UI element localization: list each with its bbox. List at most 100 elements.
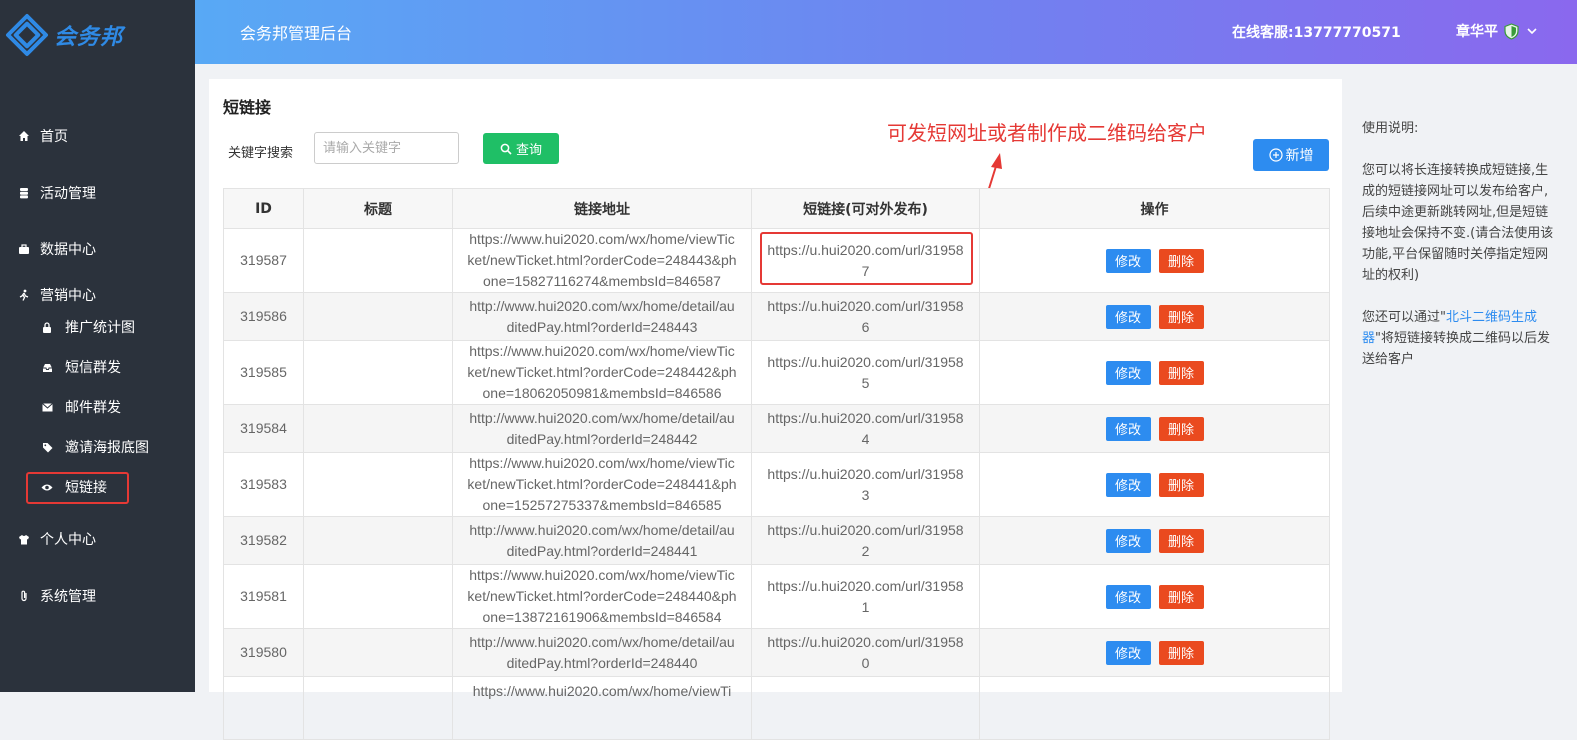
search-input[interactable] bbox=[314, 132, 459, 164]
sidebar-item-data-center[interactable]: 数据中心 bbox=[0, 233, 195, 265]
delete-button[interactable]: 删除 bbox=[1158, 304, 1204, 329]
table-row: 319582 http://www.hui2020.com/wx/home/de… bbox=[223, 516, 1330, 565]
col-header-id: ID bbox=[223, 188, 304, 229]
database-icon bbox=[18, 187, 30, 199]
cell-short-link: https://u.hui2020.com/url/319583 bbox=[751, 452, 980, 517]
delete-button[interactable]: 删除 bbox=[1158, 640, 1204, 665]
paperclip-icon bbox=[18, 590, 30, 602]
help-text: "将短链接转换成二维码以后发送给客户 bbox=[1362, 331, 1550, 367]
table-row: 319585 https://www.hui2020.com/wx/home/v… bbox=[223, 340, 1330, 405]
edit-button[interactable]: 修改 bbox=[1105, 248, 1151, 273]
cell-actions: 修改 删除 bbox=[979, 452, 1330, 517]
delete-button[interactable]: 删除 bbox=[1158, 584, 1204, 609]
add-button[interactable]: 新增 bbox=[1253, 139, 1329, 171]
cell-short-link: https://u.hui2020.com/url/319584 bbox=[751, 404, 980, 453]
edit-button[interactable]: 修改 bbox=[1105, 360, 1151, 385]
main-panel: 短链接 关键字搜索 查询 可发短网址或者制作成二维码给客户 新增 ID 标题 链… bbox=[209, 79, 1342, 740]
plus-circle-icon bbox=[1268, 148, 1283, 162]
help-text: 您还可以通过" bbox=[1362, 310, 1446, 325]
tag-icon bbox=[41, 441, 53, 453]
delete-button[interactable]: 删除 bbox=[1158, 360, 1204, 385]
edit-button[interactable]: 修改 bbox=[1105, 416, 1151, 441]
sidebar-item-label: 系统管理 bbox=[40, 589, 96, 605]
cell-id: 319583 bbox=[223, 452, 304, 517]
user-menu[interactable]: 章华平 bbox=[1456, 21, 1537, 41]
short-link-table: ID 标题 链接地址 短链接(可对外发布) 操作 319587 https://… bbox=[223, 188, 1330, 740]
cell-url: http://www.hui2020.com/wx/home/detail/au… bbox=[452, 516, 752, 565]
sidebar-item-marketing[interactable]: 营销中心 bbox=[0, 279, 195, 311]
sidebar-item-label: 短信群发 bbox=[65, 360, 121, 376]
table-row: 319584 http://www.hui2020.com/wx/home/de… bbox=[223, 404, 1330, 453]
sidebar-item-label: 推广统计图 bbox=[65, 320, 135, 336]
cell-actions: 修改 删除 bbox=[979, 564, 1330, 629]
cell-id: 319585 bbox=[223, 340, 304, 405]
cell-title bbox=[303, 516, 453, 565]
sidebar-item-system[interactable]: 系统管理 bbox=[0, 580, 195, 612]
app-title: 会务邦管理后台 bbox=[240, 24, 353, 43]
search-icon bbox=[500, 143, 512, 155]
col-header-actions: 操作 bbox=[979, 188, 1330, 229]
cell-title bbox=[303, 292, 453, 341]
col-header-url: 链接地址 bbox=[452, 188, 752, 229]
chevron-down-icon[interactable] bbox=[1527, 27, 1537, 35]
cell-short-link: https://u.hui2020.com/url/319580 bbox=[751, 628, 980, 677]
sidebar-item-label: 个人中心 bbox=[40, 532, 96, 548]
sidebar-item-promo-stats[interactable]: 推广统计图 bbox=[0, 311, 195, 343]
delete-button[interactable]: 删除 bbox=[1158, 528, 1204, 553]
edit-button[interactable]: 修改 bbox=[1105, 640, 1151, 665]
sidebar-item-activity[interactable]: 活动管理 bbox=[0, 177, 195, 209]
customer-service: 在线客服:13777770571 bbox=[1232, 25, 1401, 41]
edit-button[interactable]: 修改 bbox=[1105, 584, 1151, 609]
cell-id: 319580 bbox=[223, 628, 304, 677]
logo[interactable]: 会务邦 bbox=[4, 10, 164, 60]
cell-id: 319582 bbox=[223, 516, 304, 565]
cell-id: 319584 bbox=[223, 404, 304, 453]
sidebar-item-personal[interactable]: 个人中心 bbox=[0, 523, 195, 555]
edit-button[interactable]: 修改 bbox=[1105, 472, 1151, 497]
edit-button[interactable]: 修改 bbox=[1105, 528, 1151, 553]
delete-button[interactable]: 删除 bbox=[1158, 248, 1204, 273]
cell-title bbox=[303, 228, 453, 293]
table-row: 319580 http://www.hui2020.com/wx/home/de… bbox=[223, 628, 1330, 677]
cell-url: https://www.hui2020.com/wx/home/viewTick… bbox=[452, 228, 752, 293]
logo-mark-icon bbox=[6, 14, 48, 56]
cell-id: 319586 bbox=[223, 292, 304, 341]
cell-short-link: https://u.hui2020.com/url/319582 bbox=[751, 516, 980, 565]
help-paragraph: 您可以将长连接转换成短链接,生成的短链接网址可以发布给客户,后续中途更新跳转网址… bbox=[1362, 163, 1554, 283]
cell-url: https://www.hui2020.com/wx/home/viewTi bbox=[452, 676, 752, 740]
delete-button[interactable]: 删除 bbox=[1158, 416, 1204, 441]
cell-url: http://www.hui2020.com/wx/home/detail/au… bbox=[452, 628, 752, 677]
cell-actions: 修改 删除 bbox=[979, 404, 1330, 453]
sidebar-item-label: 活动管理 bbox=[40, 186, 96, 202]
sidebar-item-email[interactable]: 邮件群发 bbox=[0, 391, 195, 423]
table-row: 319583 https://www.hui2020.com/wx/home/v… bbox=[223, 452, 1330, 517]
search-button-label: 查询 bbox=[515, 143, 542, 158]
cell-short-link: https://u.hui2020.com/url/319587 bbox=[751, 228, 980, 293]
cell-actions: 修改 删除 bbox=[979, 228, 1330, 293]
cell-actions: 修改 删除 bbox=[979, 292, 1330, 341]
cell-title bbox=[303, 564, 453, 629]
sidebar-item-label: 邀请海报底图 bbox=[65, 440, 149, 456]
edit-button[interactable]: 修改 bbox=[1105, 304, 1151, 329]
sidebar-item-home[interactable]: 首页 bbox=[0, 120, 195, 152]
cell-actions: 修改 删除 bbox=[979, 516, 1330, 565]
sidebar-item-sms[interactable]: 短信群发 bbox=[0, 351, 195, 383]
table-row: 319587 https://www.hui2020.com/wx/home/v… bbox=[223, 228, 1330, 293]
cell-actions bbox=[979, 676, 1330, 740]
inbox-icon bbox=[41, 361, 53, 373]
delete-button[interactable]: 删除 bbox=[1158, 472, 1204, 497]
add-button-label: 新增 bbox=[1285, 148, 1314, 164]
table-header-row: ID 标题 链接地址 短链接(可对外发布) 操作 bbox=[223, 188, 1330, 229]
table-row: 319586 http://www.hui2020.com/wx/home/de… bbox=[223, 292, 1330, 341]
cell-url: https://www.hui2020.com/wx/home/viewTick… bbox=[452, 564, 752, 629]
annotation-text: 可发短网址或者制作成二维码给客户 bbox=[887, 121, 1207, 145]
cell-url: http://www.hui2020.com/wx/home/detail/au… bbox=[452, 292, 752, 341]
cell-title bbox=[303, 676, 453, 740]
search-button[interactable]: 查询 bbox=[483, 133, 559, 164]
home-icon bbox=[18, 130, 30, 142]
search-label: 关键字搜索 bbox=[228, 146, 294, 161]
page-title: 短链接 bbox=[223, 98, 272, 117]
cell-short-link: https://u.hui2020.com/url/319586 bbox=[751, 292, 980, 341]
sidebar-item-poster[interactable]: 邀请海报底图 bbox=[0, 431, 195, 463]
cell-id bbox=[223, 676, 304, 740]
